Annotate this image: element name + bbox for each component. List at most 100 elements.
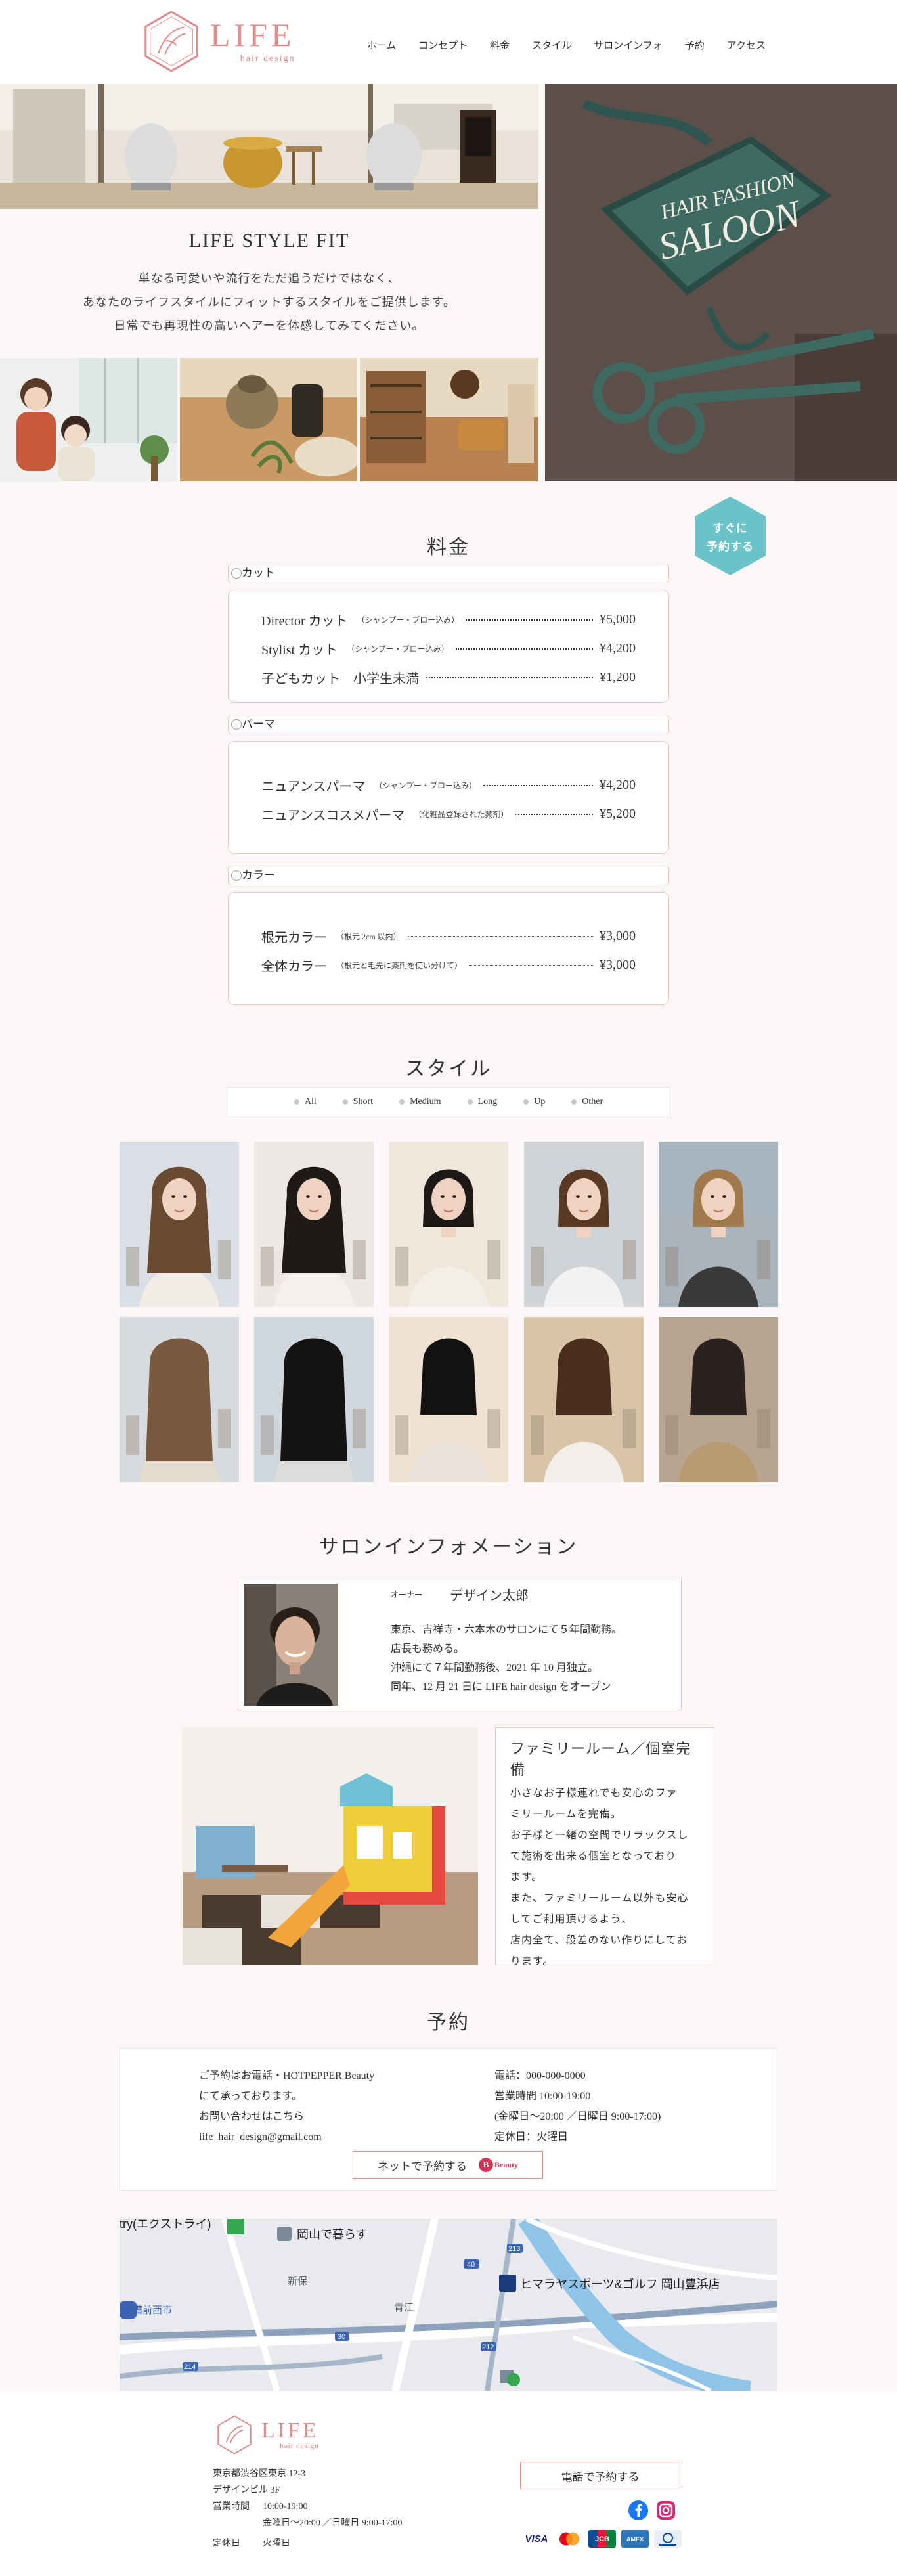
nav-price[interactable]: 料金 <box>490 38 510 52</box>
style-photo[interactable] <box>254 1142 374 1307</box>
filter-short[interactable]: Short <box>343 1097 373 1107</box>
nav-home[interactable]: ホーム <box>367 38 397 52</box>
footer-logo-title: LIFE <box>261 2418 319 2443</box>
price-item-note: （根元と毛先に薬剤を使い分けて） <box>336 961 463 970</box>
site-header: LIFE hair design ホーム コンセプト 料金 スタイル サロンイン… <box>0 0 897 84</box>
hero-line: 日常でも再現性の高いヘアーを体感してみてください。 <box>114 319 425 332</box>
logo-subtitle: hair design <box>240 54 295 64</box>
saloon-sign-photo: HAIR FASHION SALOON <box>545 84 897 481</box>
reservation-card: ご予約はお電話・HOTPEPPER Beauty にて承っております。 お問い合… <box>120 2048 777 2191</box>
footer-building: デザインビル 3F <box>213 2485 280 2495</box>
style-photo[interactable] <box>254 1317 374 1482</box>
style-photo[interactable] <box>389 1142 508 1307</box>
salon-section-title: サロンインフォメーション <box>318 1536 579 1558</box>
facebook-icon[interactable] <box>628 2500 649 2521</box>
style-photo[interactable] <box>389 1317 508 1482</box>
price-item-name: ニュアンスパーマ <box>261 780 366 794</box>
style-photo[interactable] <box>524 1142 644 1307</box>
price-item-name: 全体カラー <box>261 960 327 974</box>
owner-name: デザイン太郎 <box>450 1589 529 1603</box>
visa-icon: VISA <box>525 2533 548 2544</box>
family-room-photo <box>183 1727 478 1965</box>
nav-style[interactable]: スタイル <box>532 38 571 52</box>
price-item-value: ¥1,200 <box>600 670 636 684</box>
price-item-name: ニュアンスコスメパーマ <box>261 809 405 823</box>
style-photo[interactable] <box>659 1317 778 1482</box>
price-list-color: 根元カラー （根元 2cm 以内） ¥3,000 全体カラー （根元と毛先に薬剤… <box>228 892 669 1005</box>
owner-bio-line: 店長も務める。 <box>391 1643 465 1654</box>
style-photo[interactable] <box>120 1142 239 1307</box>
dot-leader <box>466 619 593 621</box>
map-road-212: 212 <box>482 2343 494 2351</box>
hair-products-photo <box>180 358 357 481</box>
style-photo[interactable] <box>524 1317 644 1482</box>
filter-long[interactable]: Long <box>468 1097 498 1107</box>
price-category-perm: パーマ <box>228 715 669 734</box>
price-item-note: （シャンプー・ブロー込み） <box>374 781 477 790</box>
style-photo[interactable] <box>659 1142 778 1307</box>
price-list-perm: ニュアンスパーマ （シャンプー・ブロー込み） ¥4,200 ニュアンスコスメパー… <box>228 741 669 854</box>
family-room-line: 店内全て、段差のない作りにしてお <box>510 1935 688 1946</box>
stylist-client-photo <box>0 358 177 481</box>
price-item: ニュアンスパーマ （シャンプー・ブロー込み） ¥4,200 <box>261 776 636 795</box>
instagram-icon[interactable] <box>655 2500 676 2521</box>
nav-concept[interactable]: コンセプト <box>418 38 468 52</box>
access-map[interactable]: try(エクストライ) 岡山で暮らす ヒマラヤスポーツ&ゴルフ 岡山豊浜店 備前… <box>120 2219 777 2391</box>
dot-leader <box>455 648 593 650</box>
jcb-icon: JCB <box>588 2530 616 2548</box>
salon-waiting-area-photo <box>360 358 538 481</box>
nav-salon-info[interactable]: サロンインフォ <box>594 38 663 52</box>
filter-up[interactable]: Up <box>523 1097 545 1107</box>
hero-line: 単なる可愛いや流行をただ追うだけではなく、 <box>138 272 401 285</box>
family-room-line: ります。 <box>510 1956 554 1967</box>
phone-reserve-button[interactable]: 電話で予約する <box>520 2462 680 2489</box>
map-label-himalaya: ヒマラヤスポーツ&ゴルフ 岡山豊浜店 <box>520 2278 720 2291</box>
hotpepper-beauty-icon: B Beauty <box>479 2158 518 2172</box>
style-photo[interactable] <box>120 1317 239 1482</box>
family-room-line: て施術を出来る個室となっており <box>510 1851 677 1862</box>
filter-medium[interactable]: Medium <box>399 1097 441 1107</box>
price-item: 根元カラー （根元 2cm 以内） ¥3,000 <box>261 927 636 946</box>
reservation-line: お問い合わせはこちら <box>199 2111 305 2122</box>
contact-email-link[interactable]: life_hair_design@gmail.com <box>199 2127 374 2147</box>
price-item-note: （化粧品登録された薬剤） <box>414 810 509 819</box>
dot-leader <box>426 677 593 678</box>
footer-info: 東京都渋谷区東京 12-3 デザインビル 3F 営業時間 10:00-19:00 … <box>213 2466 402 2552</box>
online-reserve-label: ネットで予約する <box>378 2160 467 2173</box>
dot-leader <box>483 784 593 786</box>
price-item-value: ¥4,200 <box>600 778 636 792</box>
family-room-text: 小さなお子様連れでも安心のファ ミリールームを完備。 お子様と一緒の空間でリラッ… <box>510 1783 699 1972</box>
family-room-line: また、ファミリールーム以外も安心 <box>510 1893 689 1904</box>
dot-leader <box>407 936 593 937</box>
price-section-title: 料金 <box>427 537 470 558</box>
diners-club-icon <box>654 2530 682 2548</box>
price-item-value: ¥4,200 <box>600 641 636 655</box>
footer-hours-label: 営業時間 <box>213 2502 250 2512</box>
map-road-30: 30 <box>338 2333 345 2341</box>
business-hours-note: (金曜日～20:00 ／日曜日 9:00-17:00) <box>494 2111 661 2122</box>
online-reserve-button[interactable]: ネットで予約する B Beauty <box>353 2151 543 2179</box>
footer-logo[interactable]: LIFE hair design <box>214 2414 319 2455</box>
price-item-value: ¥5,000 <box>600 612 636 627</box>
reservation-line: にて承っております。 <box>199 2091 303 2102</box>
owner-bio: 東京、吉祥寺・六本木のサロンにて５年間勤務。 店長も務める。 沖縄にて７年間勤務… <box>391 1620 622 1697</box>
map-label-bizen: 備前西市 <box>133 2305 172 2316</box>
nav-reservation[interactable]: 予約 <box>685 38 705 52</box>
payment-methods: VISA JCB AMEX <box>523 2530 682 2548</box>
logo-hexagon-icon <box>217 2415 252 2454</box>
nav-access[interactable]: アクセス <box>727 38 766 52</box>
family-room-line: ミリールームを完備。 <box>510 1809 622 1820</box>
logo-hexagon-icon <box>144 11 198 72</box>
filter-all[interactable]: All <box>294 1097 317 1107</box>
price-item-name: 根元カラー <box>261 931 327 945</box>
hero-title: LIFE STYLE FIT <box>188 230 350 252</box>
site-logo[interactable]: LIFE hair design <box>139 9 295 74</box>
price-item-value: ¥5,200 <box>600 807 636 821</box>
filter-other[interactable]: Other <box>571 1097 603 1107</box>
style-section-title: スタイル <box>405 1058 492 1080</box>
price-list-cut: Director カット （シャンプー・ブロー込み） ¥5,000 Stylis… <box>228 590 669 703</box>
price-item-name: Director カット <box>261 614 348 629</box>
footer-closed-label: 定休日 <box>213 2539 240 2548</box>
owner-bio-line: 沖縄にて７年間勤務後、2021 年 10 月独立。 <box>391 1662 599 1674</box>
map-label-try: try(エクストライ) <box>120 2219 211 2231</box>
